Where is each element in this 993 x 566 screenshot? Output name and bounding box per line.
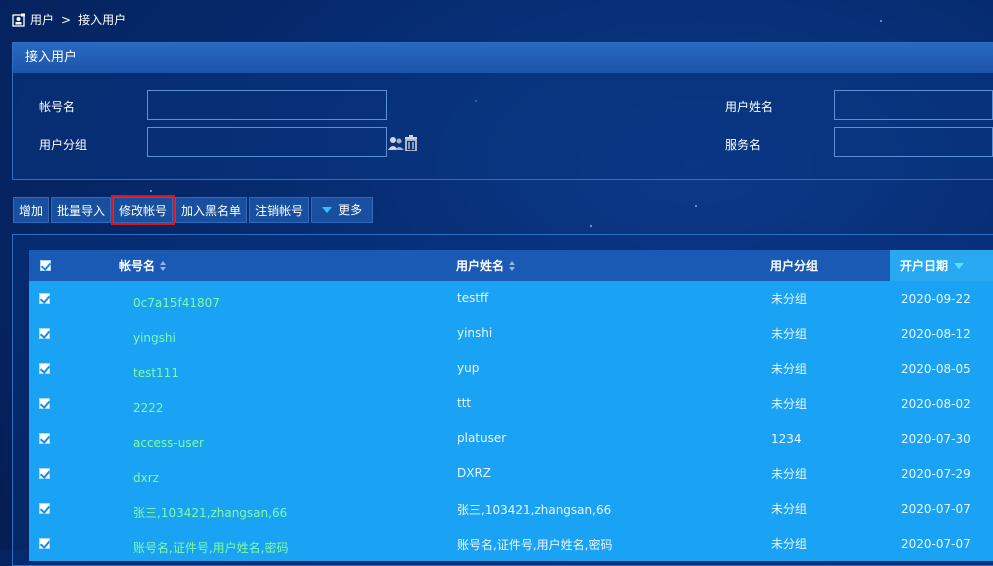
account-link[interactable]: yingshi [133,316,176,355]
users-table: 帐号名 用户姓名 用户分组 开户日期 0c7a15f41807 testff 未分组… [29,250,993,561]
open-date-cell: 2020-09-22 [901,291,971,306]
user-card-icon [12,13,26,27]
user-name-cell: DXRZ [457,466,492,480]
row-checkbox[interactable] [39,433,50,444]
table-row[interactable]: test111 yup 未分组 2020-08-05 [29,351,993,386]
account-link[interactable]: dxrz [133,456,159,495]
background-star [590,225,592,227]
breadcrumb-separator: > [61,12,72,27]
table-row[interactable]: 张三,103421,zhangsan,66 张三,103421,zhangsan,… [29,491,993,526]
table-body: 0c7a15f41807 testff 未分组 2020-09-22 yingshi yi… [29,281,993,561]
service-label: 服务名 [725,138,762,152]
account-link[interactable]: 张三,103421,zhangsan,66 [133,491,287,530]
account-link[interactable]: 2222 [133,386,164,425]
group-cell: 未分组 [771,467,808,481]
user-name-cell: ttt [457,396,472,410]
row-checkbox[interactable] [39,398,50,409]
open-date-cell: 2020-07-29 [901,466,971,481]
open-date-cell: 2020-07-07 [901,501,971,516]
table-header: 帐号名 用户姓名 用户分组 开户日期 [29,250,993,281]
open-date-cell: 2020-07-30 [901,431,971,446]
header-user-name[interactable]: 用户姓名 [456,250,516,281]
open-date-cell: 2020-07-07 [901,536,971,551]
group-cell: 未分组 [771,502,808,516]
user-name-cell: testff [457,291,489,305]
table-row[interactable]: yingshi yinshi 未分组 2020-08-12 [29,316,993,351]
select-all-checkbox[interactable] [40,260,51,271]
account-link[interactable]: test111 [133,351,179,390]
panel-title: 接入用户 [13,43,993,73]
user-name-cell: 账号名,证件号,用户姓名,密码 [457,538,613,552]
header-account[interactable]: 帐号名 [119,250,167,281]
modify-account-button[interactable]: 修改帐号 [111,195,176,225]
row-checkbox[interactable] [39,503,50,514]
account-link[interactable]: 0c7a15f41807 [133,281,220,320]
user-group-input[interactable] [147,127,387,157]
sort-icon [160,260,167,271]
users-icon[interactable] [388,135,404,154]
table-row[interactable]: 0c7a15f41807 testff 未分组 2020-09-22 [29,281,993,316]
row-checkbox[interactable] [39,363,50,374]
row-checkbox[interactable] [39,293,50,304]
user-group-label: 用户分组 [39,138,88,152]
header-group-label: 用户分组 [770,259,819,273]
cancel-account-button[interactable]: 注销帐号 [249,197,310,223]
row-checkbox[interactable] [39,328,50,339]
table-row[interactable]: dxrz DXRZ 未分组 2020-07-29 [29,456,993,491]
background-star [150,190,152,192]
sort-icon [509,260,516,271]
group-cell: 未分组 [771,292,808,306]
open-date-cell: 2020-08-05 [901,361,971,376]
batch-import-button[interactable]: 批量导入 [51,197,112,223]
breadcrumb-item-access-users[interactable]: 接入用户 [78,11,126,28]
open-date-cell: 2020-08-02 [901,396,971,411]
user-name-cell: 张三,103421,zhangsan,66 [457,503,612,517]
row-checkbox[interactable] [39,538,50,549]
row-checkbox[interactable] [39,468,50,479]
header-user-name-label: 用户姓名 [456,259,505,273]
user-name-cell: platuser [457,431,507,445]
user-name-cell: yup [457,361,480,375]
account-link[interactable]: 账号名,证件号,用户姓名,密码 [133,526,288,565]
group-cell: 未分组 [771,362,808,376]
group-cell: 未分组 [771,537,808,551]
add-button[interactable]: 增加 [13,197,50,223]
trash-icon[interactable] [404,135,418,154]
service-input[interactable] [834,127,993,157]
toolbar: 增加 批量导入 修改帐号 加入黑名单 注销帐号 更多 [13,195,374,225]
user-name-input[interactable] [834,90,993,120]
background-star [880,20,882,22]
more-button[interactable]: 更多 [311,197,374,223]
breadcrumb: 用户 > 接入用户 [12,11,126,28]
table-row[interactable]: access-user platuser 1234 2020-07-30 [29,421,993,456]
open-date-cell: 2020-08-12 [901,326,971,341]
table-row[interactable]: 2222 ttt 未分组 2020-08-02 [29,386,993,421]
caret-down-icon [322,207,333,213]
user-name-label: 用户姓名 [725,100,774,114]
breadcrumb-item-users[interactable]: 用户 [30,11,54,28]
add-blacklist-button[interactable]: 加入黑名单 [175,197,248,223]
header-account-label: 帐号名 [119,259,156,273]
more-button-label: 更多 [338,203,363,217]
header-open-date[interactable]: 开户日期 [890,250,993,281]
header-open-date-label: 开户日期 [900,259,949,273]
user-name-cell: yinshi [457,326,493,340]
account-input[interactable] [147,90,387,120]
group-cell: 未分组 [771,327,808,341]
table-row[interactable]: 账号名,证件号,用户姓名,密码 账号名,证件号,用户姓名,密码 未分组 2020-07… [29,526,993,561]
account-label: 帐号名 [39,100,76,114]
background-star [695,205,697,207]
account-link[interactable]: access-user [133,421,204,460]
header-group[interactable]: 用户分组 [770,250,818,281]
group-cell: 1234 [771,431,802,446]
group-cell: 未分组 [771,397,808,411]
sort-desc-icon [954,262,965,269]
